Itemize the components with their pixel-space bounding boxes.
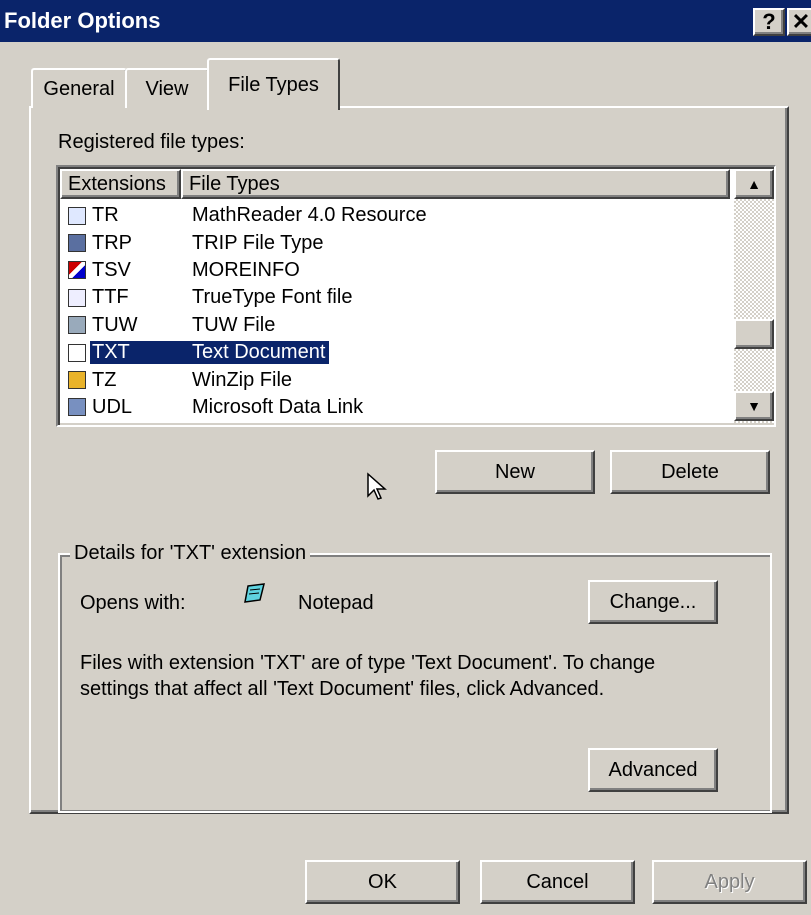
scroll-down-button[interactable]: ▼ [734, 391, 774, 421]
window-title: Folder Options [4, 8, 161, 33]
title-bar: Folder Options ? ✕ [0, 0, 811, 42]
row-file-type: Microsoft Data Link [192, 395, 364, 418]
row-extension: TTF [92, 286, 129, 309]
list-item[interactable]: TZ WinZip File [60, 366, 736, 393]
row-file-type: TrueType Font file [192, 286, 353, 309]
registered-file-types-label: Registered file types: [58, 131, 245, 153]
row-file-type: MOREINFO [192, 258, 300, 281]
tab-file-types[interactable]: File Types [207, 58, 340, 110]
scroll-up-button[interactable]: ▲ [734, 169, 774, 199]
list-item[interactable]: TUW TUW File [60, 312, 736, 339]
button-label: Cancel [526, 870, 589, 893]
text-document-icon [68, 343, 86, 362]
tab-label: General [43, 77, 115, 100]
ok-button[interactable]: OK [305, 860, 460, 904]
row-extension: UDL [92, 395, 133, 418]
close-icon: ✕ [791, 9, 811, 34]
description-line-1: Files with extension 'TXT' are of type '… [80, 652, 656, 674]
row-extension: TR [92, 204, 119, 227]
tab-label: File Types [228, 73, 319, 96]
list-item[interactable]: TRP TRIP File Type [60, 229, 736, 256]
font-icon [68, 288, 86, 307]
button-label: Change... [609, 590, 697, 613]
list-header: Extensions File Types [60, 169, 730, 199]
row-file-type: Text Document [192, 341, 330, 365]
row-file-type: TUW File [192, 313, 276, 336]
window-icon [68, 316, 86, 335]
new-button[interactable]: New [435, 450, 595, 494]
row-file-type: MathReader 4.0 Resource [192, 204, 427, 227]
close-button[interactable]: ✕ [787, 8, 811, 36]
advanced-button[interactable]: Advanced [588, 748, 718, 792]
document-icon [68, 206, 86, 225]
winzip-icon [68, 371, 86, 390]
delete-button[interactable]: Delete [610, 450, 770, 494]
list-item[interactable]: TTF TrueType Font file [60, 284, 736, 311]
data-icon [68, 261, 86, 280]
apply-button[interactable]: Apply [652, 860, 807, 904]
row-extension: TZ [92, 368, 117, 391]
opens-with-app: Notepad [298, 592, 374, 614]
button-label: Apply [704, 870, 755, 893]
button-label: OK [368, 870, 397, 893]
tab-view[interactable]: View [125, 68, 209, 108]
list-item[interactable]: TSV MOREINFO [60, 257, 736, 284]
mouse-cursor-icon [367, 472, 387, 500]
opens-with-label: Opens with: [80, 592, 186, 614]
scroll-thumb[interactable] [734, 319, 774, 349]
file-types-list[interactable]: Extensions File Types TR MathReader 4.0 … [56, 165, 776, 427]
vertical-scrollbar[interactable]: ▲ ▼ [734, 169, 774, 423]
list-item[interactable]: TR MathReader 4.0 Resource [60, 202, 736, 229]
help-button[interactable]: ? [753, 8, 785, 36]
list-item[interactable]: UDL Microsoft Data Link [60, 394, 736, 421]
column-header-extensions[interactable]: Extensions [60, 169, 181, 199]
tab-general[interactable]: General [31, 68, 127, 108]
app-icon [68, 234, 86, 253]
tab-label: View [145, 77, 189, 100]
row-extension: TUW [92, 313, 138, 336]
arrow-up-icon: ▲ [747, 176, 761, 192]
arrow-down-icon: ▼ [747, 398, 761, 414]
column-header-file-types[interactable]: File Types [181, 169, 730, 199]
button-label: Advanced [608, 758, 698, 781]
list-rows: TR MathReader 4.0 Resource TRP TRIP File… [60, 202, 736, 421]
row-file-type: WinZip File [192, 368, 293, 391]
button-label: New [494, 460, 535, 483]
description-line-2: settings that affect all 'Text Document'… [80, 678, 605, 700]
row-file-type: TRIP File Type [192, 231, 324, 254]
row-extension: TSV [92, 258, 131, 281]
column-header-label: File Types [189, 172, 280, 195]
row-extension: TRP [92, 231, 132, 254]
change-button[interactable]: Change... [588, 580, 718, 624]
data-link-icon [68, 398, 86, 417]
button-label: Delete [661, 460, 719, 483]
cancel-button[interactable]: Cancel [480, 860, 635, 904]
help-icon: ? [762, 9, 776, 34]
list-item[interactable]: TXT Text Document [60, 339, 736, 366]
column-header-label: Extensions [68, 172, 166, 195]
row-extension: TXT [90, 341, 192, 365]
notepad-icon [244, 583, 265, 603]
details-group-label: Details for 'TXT' extension [70, 542, 311, 565]
